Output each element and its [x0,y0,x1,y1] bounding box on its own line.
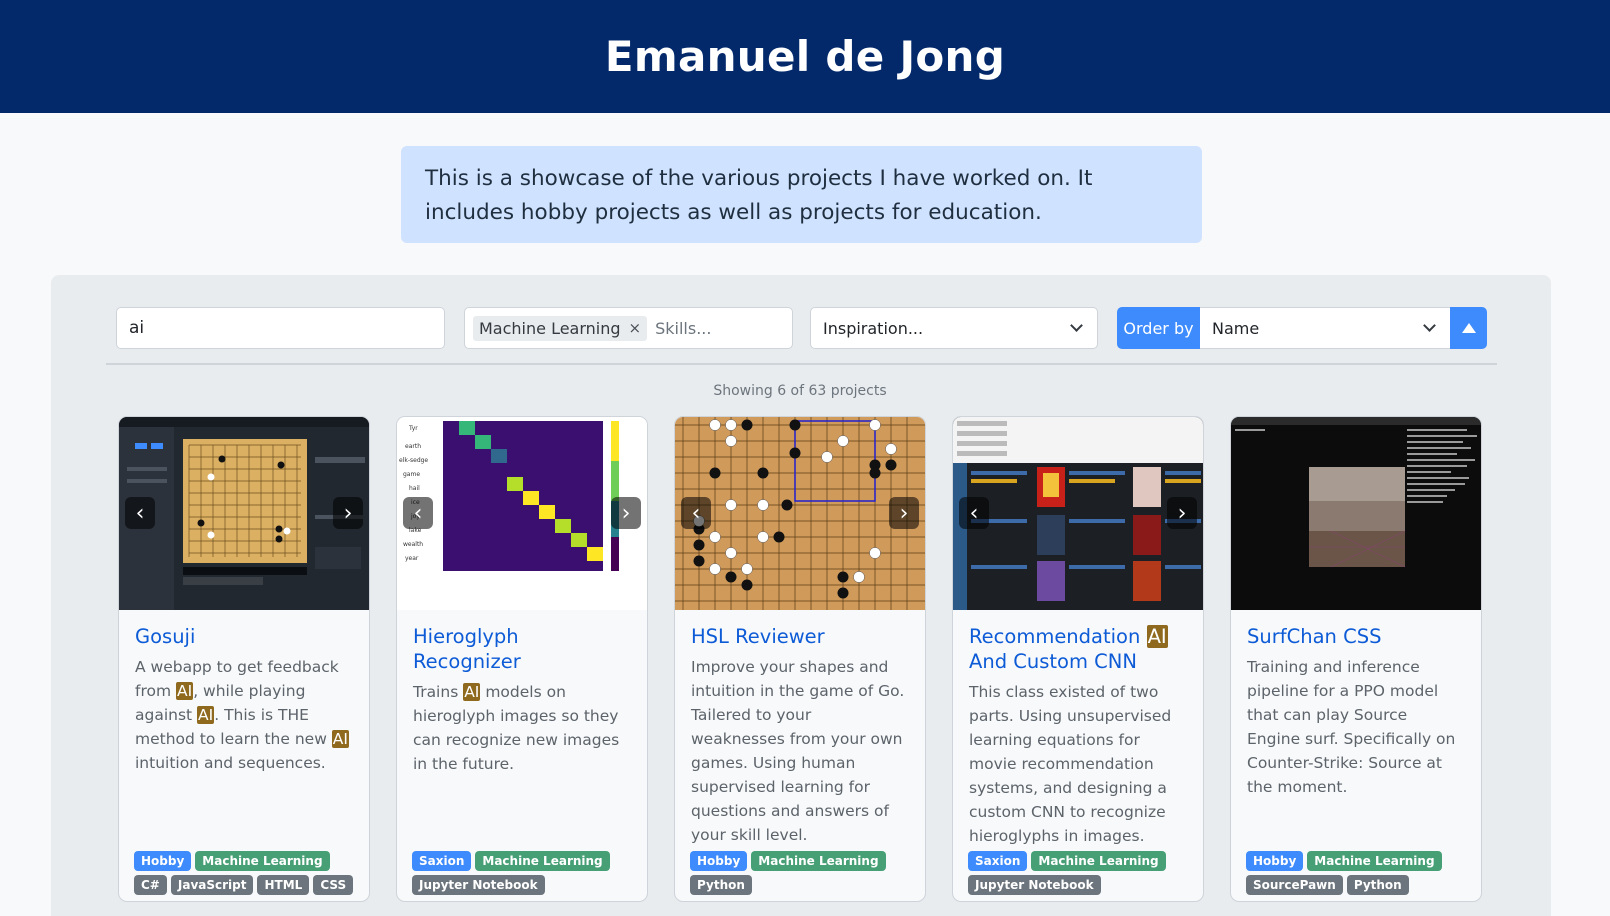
desc-part: Trains [413,683,464,701]
chevron-down-icon [1070,319,1083,332]
filter-divider [106,363,1497,365]
tag-badge: Python [1346,875,1409,895]
carousel-prev-button[interactable]: ‹ [681,497,711,529]
tag-badge: HTML [257,875,310,895]
project-description: Improve your shapes and intuition in the… [691,658,905,844]
order-by-select[interactable]: Name [1200,307,1450,349]
skill-chip-label: Machine Learning [479,318,621,338]
tag-badge: C# [134,875,167,895]
project-card: SurfChan CSS Training and inference pipe… [1230,416,1482,902]
skill-chip: Machine Learning × [473,315,648,341]
desc-part: intuition and sequences. [135,754,326,772]
tag-badge: CSS [313,875,354,895]
svg-text:Tyr: Tyr [408,425,418,432]
title-part: And Custom CNN [969,650,1137,673]
skills-multiselect[interactable]: Machine Learning × Skills... [464,307,793,349]
search-highlight: AI [1146,625,1168,648]
svg-text:elk-sedge: elk-sedge [399,457,428,464]
carousel-next-button[interactable]: › [889,497,919,529]
tag-badge: JavaScript [170,875,254,895]
project-tags: Hobby Machine Learning Python [690,851,916,895]
svg-text:wealth: wealth [403,541,423,548]
svg-text:earth: earth [405,443,421,450]
project-tags: Hobby Machine Learning SourcePawn Python [1246,851,1472,895]
svg-text:hail: hail [409,485,420,492]
carousel-prev-button[interactable]: ‹ [125,497,155,529]
sort-direction-button[interactable] [1450,307,1487,349]
project-tags: Hobby Machine Learning C# JavaScript HTM… [134,851,360,895]
order-by-label: Order by [1117,307,1200,349]
search-input-value: ai [129,318,145,338]
project-title[interactable]: Gosuji [135,624,353,649]
project-tags: Saxion Machine Learning Jupyter Notebook [412,851,638,895]
carousel-next-button[interactable]: › [333,497,363,529]
results-count: Showing 6 of 63 projects [713,383,887,399]
chevron-down-icon [1423,319,1436,332]
project-tags: Saxion Machine Learning Jupyter Notebook [968,851,1194,895]
project-image-gosuji: ‹ › [119,417,369,610]
project-title[interactable]: SurfChan CSS [1247,624,1465,649]
chip-remove-icon[interactable]: × [629,319,642,337]
skills-placeholder: Skills... [655,318,712,338]
site-header: Emanuel de Jong [0,0,1610,113]
carousel-next-button[interactable]: › [611,497,641,529]
tag-badge: Saxion [412,851,472,871]
svg-text:year: year [405,555,419,562]
carousel-prev-button[interactable]: ‹ [959,497,989,529]
project-description: A webapp to get feedback from AI, while … [135,655,353,775]
tag-badge: Hobby [690,851,748,871]
project-title[interactable]: Recommendation AI And Custom CNN [969,624,1187,674]
search-highlight: AI [197,706,215,724]
tag-badge: Machine Learning [475,851,610,871]
tag-badge: Machine Learning [1031,851,1166,871]
project-image-surfchan-css [1231,417,1481,610]
intro-alert: This is a showcase of the various projec… [401,146,1202,243]
project-title[interactable]: HSL Reviewer [691,624,909,649]
tag-badge: Hobby [1246,851,1304,871]
project-card: ‹ › Recommendation AI And Custom CNN Thi… [952,416,1204,902]
search-highlight: AI [331,730,349,748]
project-image-hsl-reviewer: ‹ › [675,417,925,610]
tag-badge: Machine Learning [1307,851,1442,871]
tag-badge: Python [690,875,752,895]
site-title: Emanuel de Jong [604,32,1006,81]
tag-badge: Saxion [968,851,1028,871]
project-image-recommendation-ai: ‹ › [953,417,1203,610]
tag-badge: Jupyter Notebook [412,875,545,895]
project-card: ‹ › Gosuji A webapp to get feedback from… [118,416,370,902]
search-highlight: AI [463,683,481,701]
inspiration-placeholder: Inspiration... [823,318,924,338]
tag-badge: Machine Learning [195,851,330,871]
project-image-hieroglyph-recognizer: Tyrearthelk-sedge gamehailice joylakewea… [397,417,647,610]
inspiration-select[interactable]: Inspiration... [810,307,1098,349]
project-card: ‹ › HSL Reviewer Improve your shapes and… [674,416,926,902]
svg-text:game: game [403,471,420,478]
tag-badge: Hobby [134,851,192,871]
project-title[interactable]: Hieroglyph Recognizer [413,624,631,674]
carousel-next-button[interactable]: › [1167,497,1197,529]
search-highlight: AI [176,682,194,700]
tag-badge: Jupyter Notebook [968,875,1101,895]
order-by-value: Name [1212,318,1260,338]
tag-badge: Machine Learning [751,851,886,871]
project-description: This class existed of two parts. Using u… [969,683,1172,845]
title-part: Recommendation [969,625,1147,648]
project-description: Trains AI models on hieroglyph images so… [413,680,631,776]
project-description: Training and inference pipeline for a PP… [1247,658,1456,796]
search-input[interactable]: ai [116,307,445,349]
carousel-prev-button[interactable]: ‹ [403,497,433,529]
project-card: Tyrearthelk-sedge gamehailice joylakewea… [396,416,648,902]
sort-ascending-icon [1461,323,1476,333]
tag-badge: SourcePawn [1246,875,1343,895]
